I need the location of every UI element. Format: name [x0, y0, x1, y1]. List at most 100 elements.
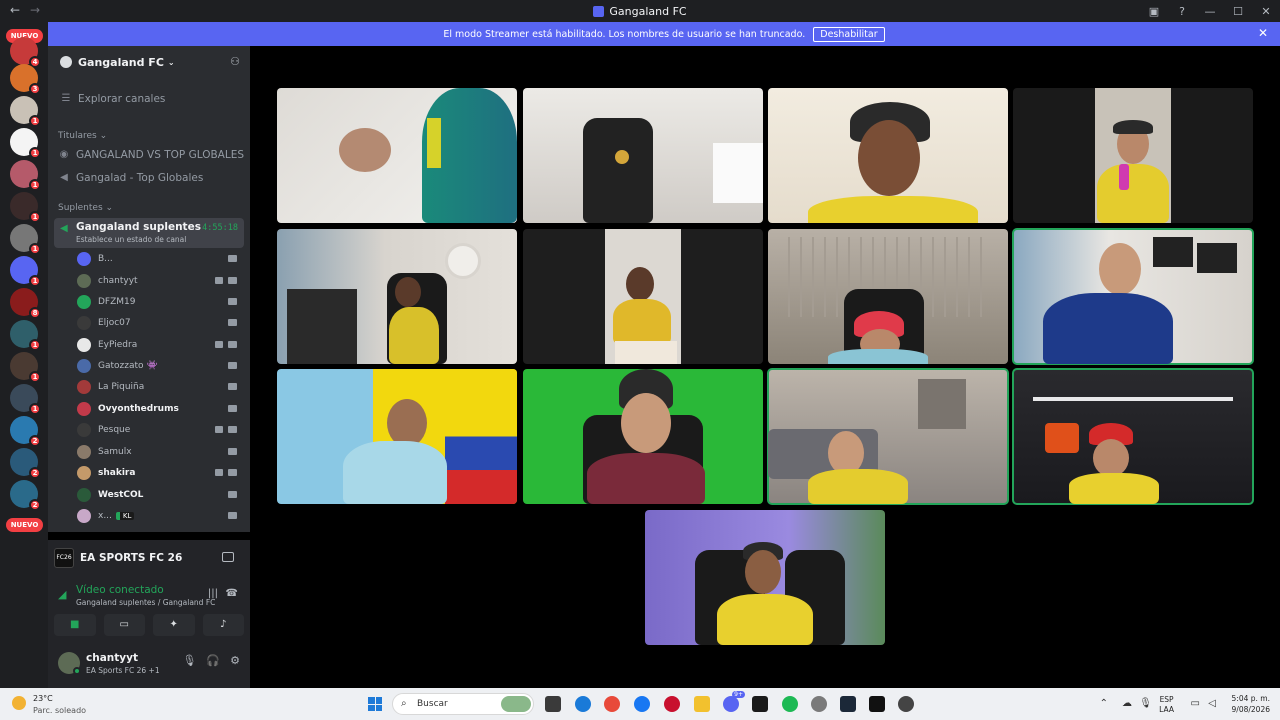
stream-game-icon[interactable] — [222, 552, 234, 562]
voice-user[interactable]: x... KL — [77, 508, 243, 524]
server-icon[interactable]: 1 — [10, 352, 41, 383]
microphone-icon[interactable]: 🎙 — [182, 654, 196, 667]
back-arrow-icon[interactable]: ← — [10, 3, 20, 17]
voice-user[interactable]: WestCOL — [77, 487, 243, 503]
voice-user[interactable]: EyPiedra — [77, 337, 243, 353]
inbox-icon[interactable]: ▣ — [1140, 5, 1168, 18]
noise-suppression-icon[interactable]: ||| — [208, 588, 218, 599]
video-tile[interactable] — [523, 369, 763, 504]
notification-badge: 1 — [29, 371, 41, 383]
voice-user[interactable]: Ovyonthedrums — [77, 401, 243, 417]
app-icon[interactable] — [898, 696, 914, 712]
server-icon[interactable]: 2 — [10, 416, 41, 447]
language-indicator[interactable]: ESP LAA — [1159, 695, 1174, 715]
soundboard-button[interactable]: ♪ — [202, 614, 244, 636]
chrome-icon[interactable] — [604, 696, 620, 712]
close-button[interactable]: ✕ — [1252, 5, 1280, 18]
voice-channel[interactable]: ◉ GANGALAND VS TOP GLOBALES — [58, 146, 244, 164]
voice-user[interactable]: Gatozzato 👾 — [77, 358, 243, 374]
voice-status[interactable]: Vídeo conectado — [76, 584, 164, 596]
server-icon[interactable]: 1 — [10, 128, 41, 159]
disconnect-icon[interactable]: ☎ — [226, 588, 238, 599]
user-controls: 🎙 🎧 ⚙ — [182, 654, 240, 667]
screen-share-button[interactable]: ▭ — [103, 614, 145, 636]
voice-location[interactable]: Gangaland suplentes / Gangaland FC — [76, 598, 215, 607]
task-view-icon[interactable] — [545, 696, 561, 712]
notification-badge: 1 — [29, 243, 41, 255]
disable-streamer-button[interactable]: Deshabilitar — [813, 26, 885, 42]
voice-user[interactable]: Eljoc07 — [77, 315, 243, 331]
video-tile[interactable] — [523, 88, 763, 223]
edge-icon[interactable] — [575, 696, 591, 712]
facebook-icon[interactable] — [634, 696, 650, 712]
taskbar-search[interactable]: ⌕ Buscar — [392, 693, 534, 715]
voice-user[interactable]: B... — [77, 251, 243, 267]
voice-user[interactable]: chantyyt — [77, 273, 243, 289]
voice-user[interactable]: Pesque — [77, 422, 243, 438]
voice-user[interactable]: Samulx — [77, 444, 243, 460]
app-icon[interactable] — [752, 696, 768, 712]
voice-user[interactable]: DFZM19 — [77, 294, 243, 310]
notification-badge: 2 — [29, 499, 41, 511]
server-icon[interactable]: 1 — [10, 224, 41, 255]
video-tile[interactable] — [1012, 228, 1254, 365]
spotify-icon[interactable] — [782, 696, 798, 712]
server-icon[interactable]: 4 — [10, 37, 41, 68]
discord-server-icon[interactable]: 1 — [10, 256, 41, 287]
invite-user-icon[interactable]: ⚇ — [230, 55, 240, 68]
volume-icon[interactable]: ◁ — [1208, 698, 1216, 709]
windows-start-icon[interactable] — [368, 697, 382, 711]
browse-channels[interactable]: ☰ Explorar canales — [60, 90, 166, 108]
forward-arrow-icon[interactable]: → — [30, 3, 40, 17]
app-icon[interactable] — [664, 696, 680, 712]
settings-gear-icon[interactable]: ⚙ — [230, 654, 240, 667]
server-icon[interactable]: 1 — [10, 320, 41, 351]
discord-icon[interactable]: 9+ — [723, 691, 745, 712]
help-icon[interactable]: ? — [1168, 5, 1196, 18]
video-tile[interactable] — [277, 369, 517, 504]
voice-user[interactable]: La Piquiña — [77, 379, 243, 395]
minimize-button[interactable]: — — [1196, 5, 1224, 18]
voice-channel[interactable]: ◀ Gangalad - Top Globales — [58, 169, 203, 187]
server-icon[interactable]: 1 — [10, 384, 41, 415]
file-explorer-icon[interactable] — [694, 696, 710, 712]
clock[interactable]: 5:04 p. m. 9/08/2026 — [1232, 693, 1270, 715]
server-icon[interactable]: 3 — [10, 64, 41, 95]
video-tile[interactable] — [768, 88, 1008, 223]
display-icon[interactable]: ▭ — [1191, 698, 1200, 709]
activity-row[interactable]: FC26 EA SPORTS FC 26 — [54, 546, 244, 570]
network-icon[interactable]: ☁ — [1122, 698, 1132, 709]
server-icon[interactable]: 1 — [10, 96, 41, 127]
signal-icon[interactable]: ◢ — [58, 588, 66, 601]
close-icon[interactable]: ✕ — [1258, 26, 1268, 40]
video-tile[interactable] — [768, 229, 1008, 364]
active-voice-channel[interactable]: ◀ Gangaland suplentes Establece un estad… — [54, 218, 244, 248]
video-tile[interactable] — [1013, 88, 1253, 223]
video-tile[interactable] — [1012, 368, 1254, 505]
category-suplentes[interactable]: Suplentes ⌄ — [58, 203, 113, 213]
chrome-profile-icon[interactable] — [811, 696, 827, 712]
voice-user[interactable]: shakira — [77, 465, 243, 481]
server-icon[interactable]: 8 — [10, 288, 41, 319]
maximize-button[interactable]: ☐ — [1224, 5, 1252, 18]
video-tile[interactable] — [645, 510, 885, 645]
server-icon[interactable]: 2 — [10, 480, 41, 511]
ea-app-icon[interactable] — [869, 696, 885, 712]
video-tile[interactable] — [277, 88, 517, 223]
video-tile[interactable] — [277, 229, 517, 364]
microphone-icon[interactable]: 🎙 — [1139, 698, 1152, 709]
headphones-icon[interactable]: 🎧 — [206, 654, 220, 667]
server-icon[interactable]: 2 — [10, 448, 41, 479]
video-tile[interactable] — [523, 229, 763, 364]
chevron-up-icon[interactable]: ⌃ — [1100, 698, 1108, 709]
channel-status[interactable]: Establece un estado de canal — [76, 235, 186, 244]
activities-button[interactable]: ✦ — [153, 614, 195, 636]
camera-button[interactable]: ■ — [54, 614, 96, 636]
server-icon[interactable]: 1 — [10, 160, 41, 191]
category-titulares[interactable]: Titulares ⌄ — [58, 131, 107, 141]
server-icon[interactable]: 1 — [10, 192, 41, 223]
guild-header[interactable]: Gangaland FC ⌄ ⚇ — [48, 46, 250, 78]
current-user[interactable]: chantyyt EA Sports FC 26 +1 🎙 🎧 ⚙ — [54, 648, 244, 680]
steam-icon[interactable] — [840, 696, 856, 712]
video-tile[interactable] — [767, 368, 1009, 505]
